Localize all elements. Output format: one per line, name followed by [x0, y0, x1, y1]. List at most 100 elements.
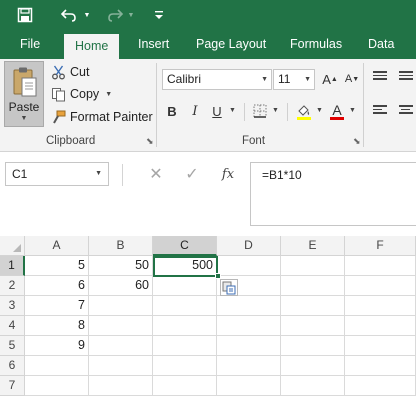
formula-input[interactable]: =B1*10 — [250, 162, 416, 226]
copy-button[interactable]: Copy ▼ — [50, 84, 112, 104]
underline-dropdown-icon[interactable]: ▼ — [229, 107, 236, 114]
cell-c5[interactable] — [153, 336, 217, 356]
cell-e1[interactable] — [281, 256, 345, 276]
tab-page-layout[interactable]: Page Layout — [196, 30, 266, 59]
cell-a4[interactable]: 8 — [25, 316, 89, 336]
cell-d1[interactable] — [217, 256, 281, 276]
column-header-b[interactable]: B — [89, 236, 153, 256]
paste-dropdown-icon[interactable]: ▼ — [5, 115, 43, 122]
cell-f4[interactable] — [345, 316, 416, 336]
cancel-icon[interactable]: ✕ — [146, 162, 166, 186]
tab-insert[interactable]: Insert — [138, 30, 169, 59]
fill-color-icon[interactable] — [295, 101, 313, 121]
cell-f3[interactable] — [345, 296, 416, 316]
column-header-e[interactable]: E — [281, 236, 345, 256]
redo-icon[interactable] — [104, 4, 126, 26]
cell-c4[interactable] — [153, 316, 217, 336]
cell-b2[interactable]: 60 — [89, 276, 153, 296]
cell-e5[interactable] — [281, 336, 345, 356]
font-color-dropdown-icon[interactable]: ▼ — [349, 107, 356, 114]
cell-a3[interactable]: 7 — [25, 296, 89, 316]
cell-f7[interactable] — [345, 376, 416, 396]
align-left-icon[interactable] — [373, 105, 387, 117]
cell-a6[interactable] — [25, 356, 89, 376]
row-header-6[interactable]: 6 — [0, 356, 25, 376]
copy-dropdown-icon[interactable]: ▼ — [105, 91, 112, 98]
cell-a7[interactable] — [25, 376, 89, 396]
cell-f5[interactable] — [345, 336, 416, 356]
cell-b7[interactable] — [89, 376, 153, 396]
row-header-5[interactable]: 5 — [0, 336, 25, 356]
cell-b4[interactable] — [89, 316, 153, 336]
redo-dropdown-icon[interactable]: ▼ — [126, 4, 136, 26]
column-header-d[interactable]: D — [217, 236, 281, 256]
cell-a2[interactable]: 6 — [25, 276, 89, 296]
cut-label: Cut — [70, 65, 90, 79]
borders-dropdown-icon[interactable]: ▼ — [272, 107, 279, 114]
select-all-button[interactable] — [0, 236, 25, 256]
middle-align-icon[interactable] — [399, 71, 413, 83]
cell-b5[interactable] — [89, 336, 153, 356]
cell-d7[interactable] — [217, 376, 281, 396]
bold-button[interactable]: B — [164, 101, 180, 121]
column-header-f[interactable]: F — [345, 236, 416, 256]
cell-d6[interactable] — [217, 356, 281, 376]
cell-a5[interactable]: 9 — [25, 336, 89, 356]
undo-icon[interactable] — [58, 4, 80, 26]
decrease-font-icon[interactable]: A ▼ — [343, 69, 361, 89]
paste-button[interactable]: Paste ▼ — [4, 61, 44, 127]
cell-f2[interactable] — [345, 276, 416, 296]
undo-dropdown-icon[interactable]: ▼ — [82, 4, 92, 26]
cell-b3[interactable] — [89, 296, 153, 316]
cell-e3[interactable] — [281, 296, 345, 316]
row-header-3[interactable]: 3 — [0, 296, 25, 316]
cell-f1[interactable] — [345, 256, 416, 276]
cell-b6[interactable] — [89, 356, 153, 376]
enter-icon[interactable]: ✓ — [182, 162, 202, 186]
tab-home[interactable]: Home — [64, 34, 120, 59]
format-painter-button[interactable]: Format Painter — [50, 107, 153, 127]
cell-d4[interactable] — [217, 316, 281, 336]
tab-data[interactable]: Data — [368, 30, 394, 59]
font-size-select[interactable]: 11 ▼ — [273, 69, 315, 90]
save-icon[interactable] — [14, 4, 36, 26]
borders-icon[interactable] — [252, 101, 268, 121]
top-align-icon[interactable] — [373, 71, 387, 83]
cell-f6[interactable] — [345, 356, 416, 376]
increase-font-icon[interactable]: A ▲ — [320, 69, 340, 89]
align-center-icon[interactable] — [399, 105, 413, 117]
paste-options-icon[interactable] — [220, 279, 238, 296]
row-header-7[interactable]: 7 — [0, 376, 25, 396]
cell-c7[interactable] — [153, 376, 217, 396]
column-header-a[interactable]: A — [25, 236, 89, 256]
name-box[interactable]: C1 ▼ — [5, 162, 109, 186]
cell-e6[interactable] — [281, 356, 345, 376]
font-name-select[interactable]: Calibri ▼ — [162, 69, 272, 90]
column-header-c[interactable]: C — [153, 236, 217, 256]
cell-c3[interactable] — [153, 296, 217, 316]
cell-b1[interactable]: 50 — [89, 256, 153, 276]
insert-function-icon[interactable]: fx — [218, 162, 238, 186]
row-header-4[interactable]: 4 — [0, 316, 25, 336]
cut-button[interactable]: Cut — [50, 62, 89, 82]
cell-c6[interactable] — [153, 356, 217, 376]
row-header-2[interactable]: 2 — [0, 276, 25, 296]
tab-formulas[interactable]: Formulas — [290, 30, 342, 59]
cell-e7[interactable] — [281, 376, 345, 396]
cell-d3[interactable] — [217, 296, 281, 316]
italic-button[interactable]: I — [187, 101, 203, 121]
underline-button[interactable]: U — [209, 101, 225, 121]
cell-a1[interactable]: 5 — [25, 256, 89, 276]
font-launcher-icon[interactable]: ⬊ — [353, 137, 362, 146]
cell-c2[interactable] — [153, 276, 217, 296]
font-color-button[interactable]: A — [328, 101, 346, 121]
cell-d5[interactable] — [217, 336, 281, 356]
customize-quick-access-icon[interactable] — [150, 4, 168, 26]
cell-c1[interactable]: 500 — [153, 256, 217, 276]
row-header-1[interactable]: 1 — [0, 256, 25, 276]
cell-e4[interactable] — [281, 316, 345, 336]
fill-color-dropdown-icon[interactable]: ▼ — [316, 107, 323, 114]
clipboard-launcher-icon[interactable]: ⬊ — [146, 137, 155, 146]
cell-e2[interactable] — [281, 276, 345, 296]
tab-file[interactable]: File — [20, 30, 40, 59]
